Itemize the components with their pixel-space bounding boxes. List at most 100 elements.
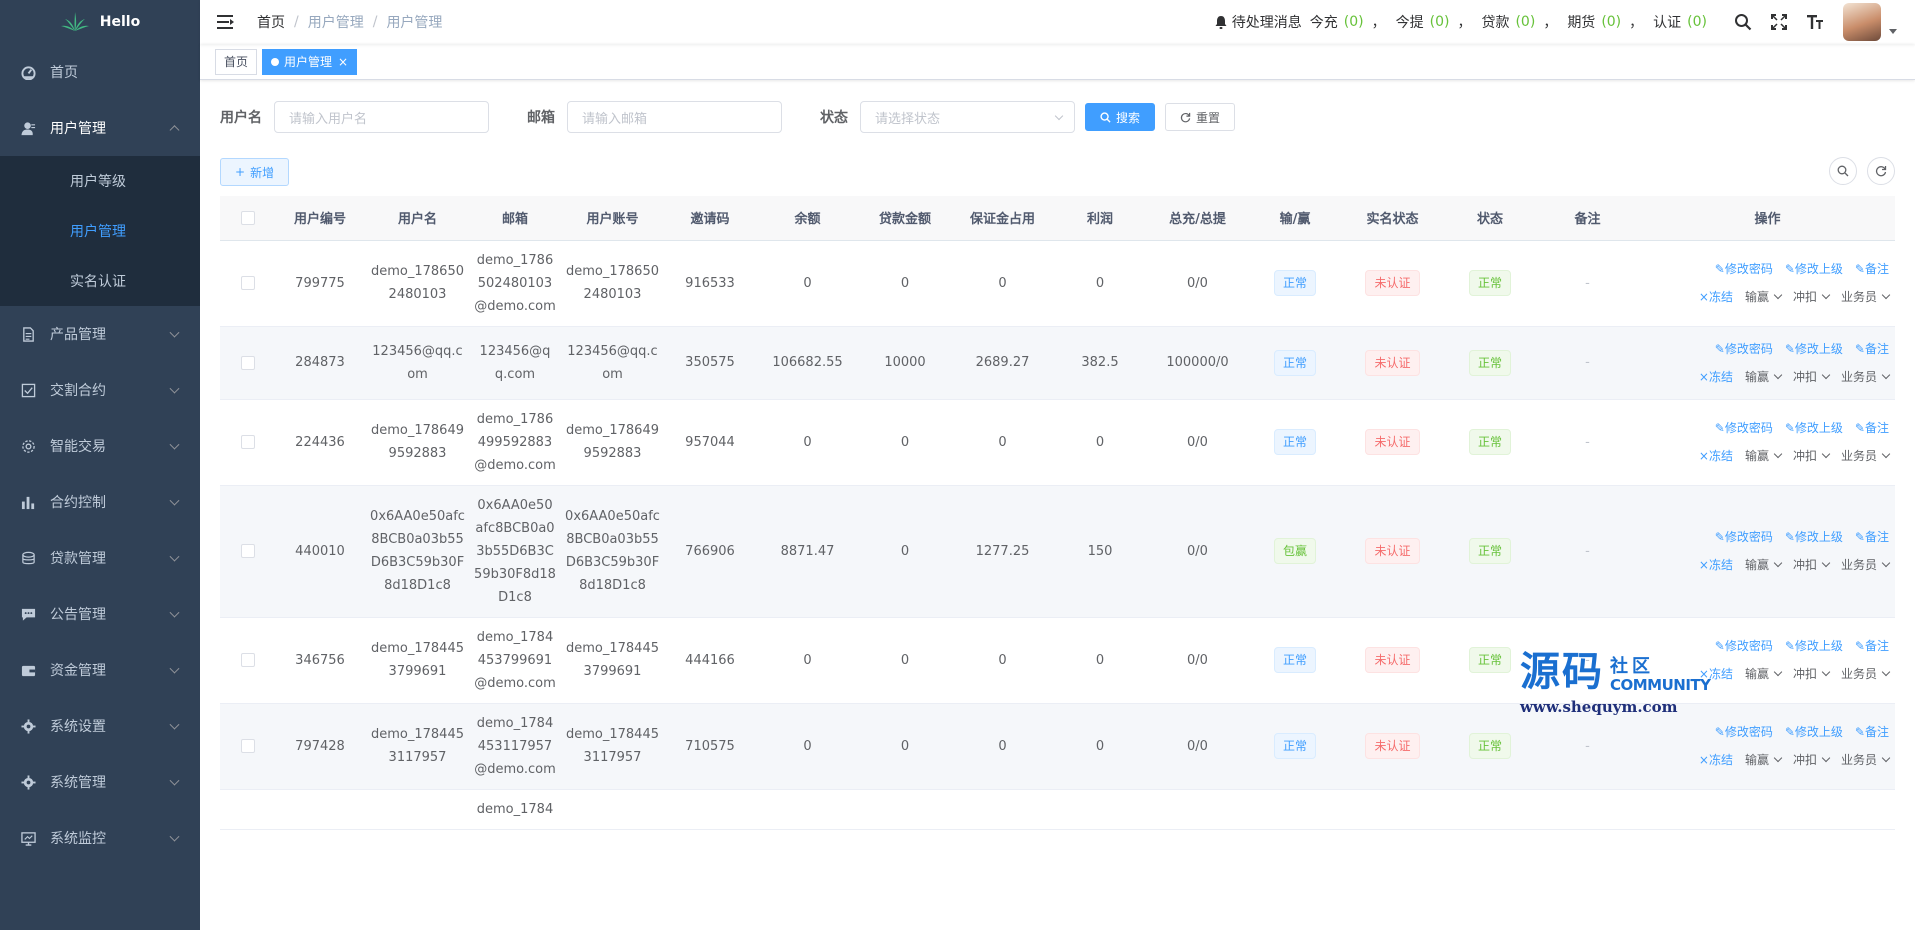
change-parent-button[interactable]: ✎修改上级 xyxy=(1785,523,1843,551)
cell-winlose: 包赢 xyxy=(1250,485,1340,618)
cell-id: 284873 xyxy=(275,326,365,400)
toggle-search-button[interactable] xyxy=(1829,157,1857,185)
salesman-dropdown[interactable]: 业务员 xyxy=(1841,660,1889,688)
cell-loan: 0 xyxy=(860,485,950,618)
freeze-button[interactable]: ×冻结 xyxy=(1699,551,1733,579)
row-checkbox[interactable] xyxy=(240,276,255,290)
sidebar-item-11[interactable]: 系统监控 xyxy=(0,810,200,866)
hamburger-icon[interactable] xyxy=(217,15,235,29)
select-all-checkbox[interactable] xyxy=(240,210,255,225)
cell-total: 100000/0 xyxy=(1145,326,1250,400)
adjust-dropdown[interactable]: 冲扣 xyxy=(1793,746,1829,774)
refresh-button[interactable] xyxy=(1867,157,1895,185)
salesman-dropdown[interactable]: 业务员 xyxy=(1841,363,1889,391)
winlose-dropdown[interactable]: 输赢 xyxy=(1745,551,1781,579)
sidebar-item-1[interactable]: 用户管理 xyxy=(0,100,200,156)
freeze-button[interactable]: ×冻结 xyxy=(1699,283,1733,311)
add-button[interactable]: + 新增 xyxy=(220,158,290,186)
adjust-dropdown[interactable]: 冲扣 xyxy=(1793,660,1829,688)
adjust-dropdown[interactable]: 冲扣 xyxy=(1793,442,1829,470)
sidebar-item-0[interactable]: 首页 xyxy=(0,44,200,100)
sidebar-item-2[interactable]: 产品管理 xyxy=(0,306,200,362)
salesman-dropdown[interactable]: 业务员 xyxy=(1841,283,1889,311)
search-icon[interactable] xyxy=(1733,12,1753,32)
sidebar-item-10[interactable]: 系统管理 xyxy=(0,754,200,810)
winlose-dropdown[interactable]: 输赢 xyxy=(1745,746,1781,774)
submenu-item-0[interactable]: 用户等级 xyxy=(0,156,200,206)
change-parent-button[interactable]: ✎修改上级 xyxy=(1785,718,1843,746)
remark-button[interactable]: ✎备注 xyxy=(1855,632,1889,660)
row-checkbox[interactable] xyxy=(240,544,255,558)
salesman-dropdown[interactable]: 业务员 xyxy=(1841,551,1889,579)
close-icon[interactable]: × xyxy=(338,50,348,74)
submenu-item-1[interactable]: 用户管理 xyxy=(0,206,200,256)
cell-margin: 0 xyxy=(950,399,1055,486)
adjust-dropdown[interactable]: 冲扣 xyxy=(1793,551,1829,579)
sidebar-item-label: 系统监控 xyxy=(50,831,106,847)
row-checkbox[interactable] xyxy=(240,355,255,370)
row-checkbox[interactable] xyxy=(240,435,255,449)
adjust-dropdown[interactable]: 冲扣 xyxy=(1793,363,1829,391)
caret-down-icon[interactable] xyxy=(1889,28,1897,34)
cell-loan xyxy=(860,789,950,830)
change-password-button[interactable]: ✎修改密码 xyxy=(1715,414,1773,442)
freeze-button[interactable]: ×冻结 xyxy=(1699,363,1733,391)
notif-label: 认证 xyxy=(1653,15,1682,31)
logo[interactable]: Hello xyxy=(0,0,200,44)
adjust-dropdown[interactable]: 冲扣 xyxy=(1793,283,1829,311)
salesman-dropdown[interactable]: 业务员 xyxy=(1841,442,1889,470)
fullscreen-icon[interactable] xyxy=(1769,12,1789,32)
remark-button[interactable]: ✎备注 xyxy=(1855,414,1889,442)
salesman-dropdown[interactable]: 业务员 xyxy=(1841,746,1889,774)
breadcrumb-home[interactable]: 首页 xyxy=(257,12,285,32)
change-parent-button[interactable]: ✎修改上级 xyxy=(1785,414,1843,442)
sidebar-item-label: 首页 xyxy=(50,65,78,81)
tag-home[interactable]: 首页 xyxy=(215,48,258,75)
cell-email: demo_1784 xyxy=(470,789,560,830)
refresh-icon xyxy=(1180,112,1191,122)
change-parent-button[interactable]: ✎修改上级 xyxy=(1785,632,1843,660)
winlose-dropdown[interactable]: 输赢 xyxy=(1745,660,1781,688)
username-input[interactable]: 请输入用户名 xyxy=(274,101,489,133)
remark-button[interactable]: ✎备注 xyxy=(1855,523,1889,551)
winlose-dropdown[interactable]: 输赢 xyxy=(1745,283,1781,311)
sidebar-item-4[interactable]: 智能交易 xyxy=(0,418,200,474)
submenu-item-2[interactable]: 实名认证 xyxy=(0,256,200,306)
freeze-button[interactable]: ×冻结 xyxy=(1699,746,1733,774)
reset-button[interactable]: 重置 xyxy=(1165,103,1236,131)
change-password-button[interactable]: ✎修改密码 xyxy=(1715,632,1773,660)
winlose-dropdown[interactable]: 输赢 xyxy=(1745,442,1781,470)
sidebar-item-8[interactable]: 资金管理 xyxy=(0,642,200,698)
change-password-button[interactable]: ✎修改密码 xyxy=(1715,523,1773,551)
cell-remark: - xyxy=(1535,485,1640,618)
remark-button[interactable]: ✎备注 xyxy=(1855,255,1889,283)
sidebar-item-5[interactable]: 合约控制 xyxy=(0,474,200,530)
sidebar-item-3[interactable]: 交割合约 xyxy=(0,362,200,418)
avatar[interactable] xyxy=(1843,3,1881,41)
sidebar-item-label: 交割合约 xyxy=(50,383,106,399)
change-parent-button[interactable]: ✎修改上级 xyxy=(1785,255,1843,283)
email-input[interactable]: 请输入邮箱 xyxy=(567,101,782,133)
sidebar-item-6[interactable]: 贷款管理 xyxy=(0,530,200,586)
sidebar-menu: 首页 用户管理 用户等级 用户管理 实名认证 产品管理 交割合约 智能交易 合约控制 贷款管理 公告… xyxy=(0,44,200,866)
status-select[interactable]: 请选择状态 xyxy=(860,101,1075,133)
sidebar-item-9[interactable]: 系统设置 xyxy=(0,698,200,754)
cell-username: demo_1786502480103 xyxy=(365,240,470,327)
sidebar-item-7[interactable]: 公告管理 xyxy=(0,586,200,642)
remark-button[interactable]: ✎备注 xyxy=(1855,718,1889,746)
font-size-icon[interactable] xyxy=(1805,12,1825,32)
change-password-button[interactable]: ✎修改密码 xyxy=(1715,335,1773,363)
row-checkbox[interactable] xyxy=(240,739,255,753)
tag-user-management[interactable]: 用户管理 × xyxy=(262,48,358,75)
change-parent-button[interactable]: ✎修改上级 xyxy=(1785,335,1843,363)
change-password-button[interactable]: ✎修改密码 xyxy=(1715,255,1773,283)
bar-chart-icon xyxy=(20,494,36,510)
pending-notifications[interactable]: 待处理消息 今充 (0)，今提 (0)，贷款 (0)，期货 (0)，认证 (0) xyxy=(1214,12,1715,32)
search-button[interactable]: 搜索 xyxy=(1085,103,1156,131)
row-checkbox[interactable] xyxy=(240,653,255,667)
change-password-button[interactable]: ✎修改密码 xyxy=(1715,718,1773,746)
realname-status-badge: 未认证 xyxy=(1365,538,1420,564)
winlose-dropdown[interactable]: 输赢 xyxy=(1745,363,1781,391)
remark-button[interactable]: ✎备注 xyxy=(1855,335,1889,363)
freeze-button[interactable]: ×冻结 xyxy=(1699,442,1733,470)
